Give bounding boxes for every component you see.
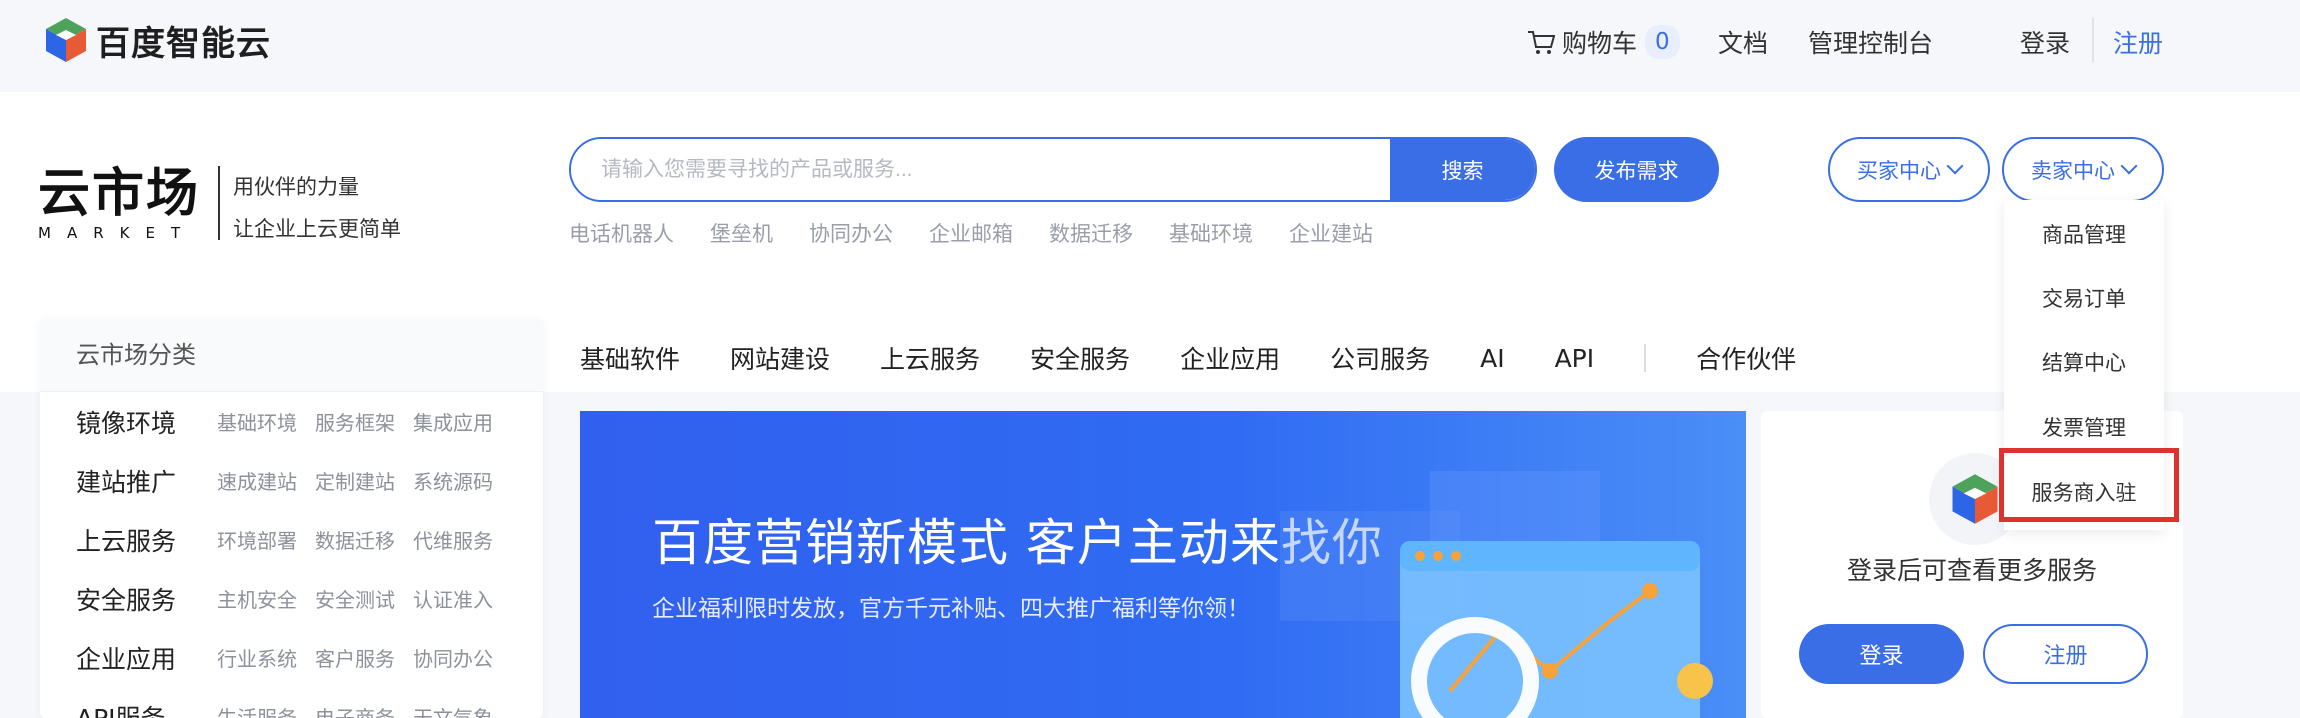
category-sub-link[interactable]: 速成建站	[217, 466, 297, 495]
hot-tag[interactable]: 基础环境	[1169, 218, 1253, 248]
category-sub-link[interactable]: 认证准入	[413, 584, 493, 613]
cloud-market-logo[interactable]: 云市场 MARKET	[38, 168, 200, 242]
nav-tab-company-service[interactable]: 公司服务	[1330, 340, 1430, 376]
promo-banner[interactable]: 百度营销新模式 客户主动来找你 企业福利限时发放，官方千元补贴、四大推广福利等你…	[580, 411, 1746, 718]
analytics-illustration-icon	[1280, 471, 1713, 718]
category-row: API服务 生活服务 电子商务 天文气象	[40, 687, 543, 718]
baidu-cloud-logo[interactable]: 百度智能云	[44, 16, 271, 64]
category-row: 建站推广 速成建站 定制建站 系统源码	[40, 451, 543, 510]
slogan-line-1: 用伙伴的力量	[233, 175, 359, 199]
category-sub-link[interactable]: 协同办公	[413, 643, 493, 672]
nav-tab-partner[interactable]: 合作伙伴	[1696, 340, 1796, 376]
buyer-center-label: 买家中心	[1857, 158, 1941, 183]
hot-tag[interactable]: 协同办公	[809, 218, 893, 248]
category-panel: 云市场分类 镜像环境 基础环境 服务框架 集成应用 建站推广 速成建站 定制建站…	[40, 318, 543, 718]
nav-tab-website[interactable]: 网站建设	[730, 340, 830, 376]
market-logo-subtext: MARKET	[38, 224, 197, 242]
banner-subtitle: 企业福利限时发放，官方千元补贴、四大推广福利等你领！	[652, 596, 1250, 622]
menu-item-settlement[interactable]: 结算中心	[2004, 330, 2164, 394]
category-sub-link[interactable]: 电子商务	[315, 702, 395, 718]
category-row: 企业应用 行业系统 客户服务 协同办公	[40, 628, 543, 687]
seller-center-label: 卖家中心	[2031, 158, 2115, 183]
publish-demand-button[interactable]: 发布需求	[1554, 137, 1719, 202]
category-row: 上云服务 环境部署 数据迁移 代维服务	[40, 510, 543, 569]
login-tip: 登录后可查看更多服务	[1846, 556, 2097, 585]
category-title: 云市场分类	[40, 318, 543, 392]
hot-tag[interactable]: 堡垒机	[710, 218, 773, 248]
category-name[interactable]: 安全服务	[76, 581, 217, 617]
nav-tab-security[interactable]: 安全服务	[1030, 340, 1130, 376]
category-row: 安全服务 主机安全 安全测试 认证准入	[40, 569, 543, 628]
hot-search-tags: 电话机器人 堡垒机 协同办公 企业邮箱 数据迁移 基础环境 企业建站	[569, 218, 1409, 248]
category-sub-link[interactable]: 行业系统	[217, 643, 297, 672]
nav-divider	[1644, 344, 1647, 372]
login-link[interactable]: 登录	[2020, 22, 2070, 62]
search-button[interactable]: 搜索	[1390, 139, 1535, 200]
category-sub-link[interactable]: 服务框架	[315, 407, 395, 436]
category-name[interactable]: 镜像环境	[76, 404, 217, 440]
nav-tab-enterprise-app[interactable]: 企业应用	[1180, 340, 1280, 376]
cart-icon	[1528, 31, 1556, 54]
nav-tab-basic-software[interactable]: 基础软件	[580, 340, 680, 376]
category-name[interactable]: API服务	[76, 699, 217, 718]
hot-tag[interactable]: 企业建站	[1289, 218, 1373, 248]
search-input[interactable]	[571, 139, 1390, 200]
buyer-center-button[interactable]: 买家中心	[1828, 137, 1990, 202]
category-sub-link[interactable]: 客户服务	[315, 643, 395, 672]
highlight-box	[1999, 448, 2179, 522]
category-sub-link[interactable]: 环境部署	[217, 525, 297, 554]
category-name[interactable]: 建站推广	[76, 463, 217, 499]
slogan-divider	[218, 166, 220, 240]
category-row: 镜像环境 基础环境 服务框架 集成应用	[40, 392, 543, 451]
chevron-down-icon	[1946, 157, 1964, 174]
nav-tab-cloud-service[interactable]: 上云服务	[880, 340, 980, 376]
category-sub-link[interactable]: 系统源码	[413, 466, 493, 495]
hot-tag[interactable]: 数据迁移	[1049, 218, 1133, 248]
cart-count-badge: 0	[1645, 25, 1680, 59]
hot-tag[interactable]: 企业邮箱	[929, 218, 1013, 248]
category-name[interactable]: 上云服务	[76, 522, 217, 558]
top-bar: 百度智能云 购物车 0 文档 管理控制台 登录 注册	[0, 0, 2300, 92]
nav-tab-ai[interactable]: AI	[1480, 344, 1504, 373]
cube-logo-icon	[46, 18, 86, 62]
brand-name: 百度智能云	[96, 23, 271, 64]
seller-center-button[interactable]: 卖家中心	[2002, 137, 2164, 202]
chevron-down-icon	[2120, 157, 2138, 174]
hot-tag[interactable]: 电话机器人	[569, 218, 674, 248]
cube-logo-icon	[1952, 474, 1998, 524]
slogan: 用伙伴的力量 让企业上云更简单	[233, 166, 401, 250]
slogan-line-2: 让企业上云更简单	[233, 217, 401, 241]
category-sub-link[interactable]: 代维服务	[413, 525, 493, 554]
category-sub-link[interactable]: 基础环境	[217, 407, 297, 436]
docs-link[interactable]: 文档	[1718, 22, 1768, 62]
category-sub-link[interactable]: 天文气象	[413, 702, 493, 718]
main-nav: 基础软件 网站建设 上云服务 安全服务 企业应用 公司服务 AI API 合作伙…	[580, 340, 1846, 376]
menu-item-product-management[interactable]: 商品管理	[2004, 202, 2164, 266]
register-link[interactable]: 注册	[2113, 22, 2163, 62]
category-sub-link[interactable]: 集成应用	[413, 407, 493, 436]
cart-link[interactable]: 购物车 0	[1526, 22, 1680, 62]
category-sub-link[interactable]: 主机安全	[217, 584, 297, 613]
market-logo-text: 云市场	[38, 164, 201, 224]
nav-tab-api[interactable]: API	[1555, 344, 1595, 373]
card-register-button[interactable]: 注册	[1983, 624, 2148, 684]
top-divider	[2092, 18, 2094, 62]
category-sub-link[interactable]: 安全测试	[315, 584, 395, 613]
search-bar: 搜索	[569, 137, 1537, 202]
console-link[interactable]: 管理控制台	[1808, 22, 1933, 62]
menu-item-orders[interactable]: 交易订单	[2004, 266, 2164, 330]
banner-title: 百度营销新模式 客户主动来找你	[652, 514, 1383, 572]
category-sub-link[interactable]: 数据迁移	[315, 525, 395, 554]
category-sub-link[interactable]: 定制建站	[315, 466, 395, 495]
card-login-button[interactable]: 登录	[1799, 624, 1964, 684]
cart-label: 购物车	[1562, 29, 1638, 58]
category-name[interactable]: 企业应用	[76, 640, 217, 676]
category-sub-link[interactable]: 生活服务	[217, 702, 297, 718]
